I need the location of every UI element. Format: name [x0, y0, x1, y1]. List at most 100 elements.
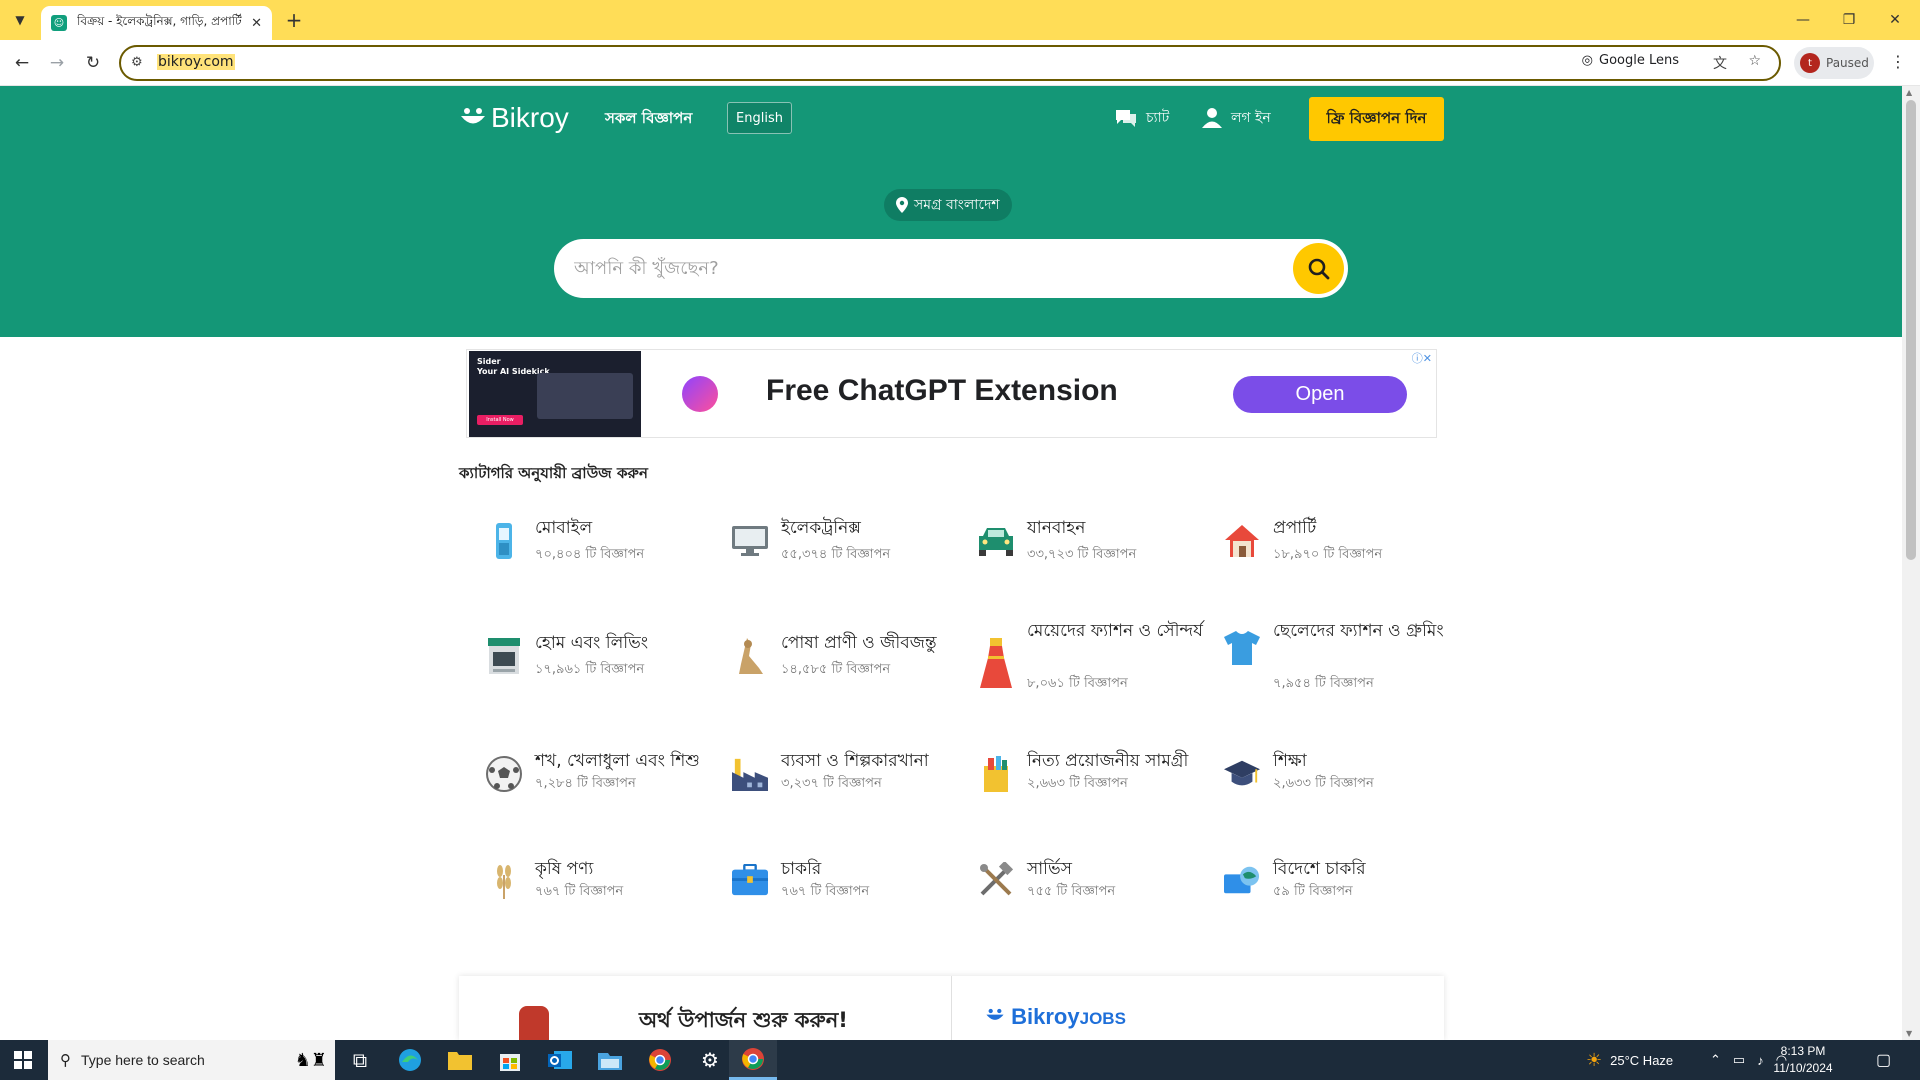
- close-window-icon[interactable]: ✕: [1872, 0, 1918, 40]
- settings-gear-icon[interactable]: ⚙: [686, 1040, 734, 1080]
- category-womens-fashion[interactable]: মেয়েদের ফ্যাশন ও সৌন্দর্য ৮,০৬১ টি বিজ্…: [951, 618, 1203, 691]
- category-mobile[interactable]: মোবাইল ৭০,৪০৪ টি বিজ্ঞাপন: [459, 515, 679, 585]
- bikroy-jobs-logo[interactable]: BikroyJOBS: [985, 1004, 1126, 1030]
- browser-tab-active[interactable]: ☺ বিক্রয় - ইলেকট্রনিক্স, গাড়ি, প্রপার্…: [41, 6, 272, 40]
- reload-icon[interactable]: ↻: [80, 50, 106, 76]
- category-name: ব্যবসা ও শিল্পকারখানা: [781, 751, 929, 771]
- category-count: ৭০,৪০৪ টি বিজ্ঞাপন: [535, 547, 645, 562]
- category-overseas-jobs[interactable]: বিদেশে চাকরি ৫৯ টি বিজ্ঞাপন: [1197, 856, 1417, 926]
- tshirt-icon: [1224, 630, 1260, 666]
- google-lens-button[interactable]: ◎ Google Lens: [1582, 53, 1679, 68]
- page-scrollbar[interactable]: ▲ ▼: [1902, 86, 1920, 1040]
- taskbar-search-placeholder: Type here to search: [81, 1052, 205, 1068]
- chrome-active-window-icon[interactable]: [729, 1040, 777, 1080]
- taskbar-clock[interactable]: 8:13 PM 11/10/2024: [1770, 1043, 1836, 1077]
- category-vehicles[interactable]: যানবাহন ৩৩,৭২৩ টি বিজ্ঞাপন: [951, 515, 1171, 585]
- search-icon: [1308, 258, 1329, 279]
- new-tab-plus-icon[interactable]: +: [282, 8, 306, 32]
- file-manager-icon[interactable]: [586, 1040, 634, 1080]
- category-name: চাকরি: [781, 859, 822, 879]
- chat-label: চ্যাট: [1146, 110, 1170, 126]
- outlook-icon[interactable]: [536, 1040, 584, 1080]
- category-count: ১৮,৯৭০ টি বিজ্ঞাপন: [1273, 547, 1383, 562]
- category-jobs[interactable]: চাকরি ৭৬৭ টি বিজ্ঞাপন: [705, 856, 925, 926]
- scroll-thumb[interactable]: [1906, 100, 1916, 560]
- football-icon: [486, 756, 522, 792]
- file-explorer-icon[interactable]: [436, 1040, 484, 1080]
- globe-briefcase-icon: [1224, 862, 1260, 898]
- address-bar[interactable]: ⚙ bikroy.com ◎ Google Lens 文 ☆: [119, 45, 1781, 81]
- bikroy-logo[interactable]: Bikroy: [459, 102, 569, 134]
- category-business-industry[interactable]: ব্যবসা ও শিল্পকারখানা ৩,২৩৭ টি বিজ্ঞাপন: [705, 748, 929, 818]
- login-link[interactable]: লগ ইন: [1201, 106, 1271, 130]
- category-agriculture[interactable]: কৃষি পণ্য ৭৬৭ টি বিজ্ঞাপন: [459, 856, 679, 926]
- category-name: পোষা প্রাণী ও জীবজন্তু: [781, 633, 937, 653]
- url-text[interactable]: bikroy.com: [157, 54, 235, 70]
- chat-link[interactable]: চ্যাট: [1114, 106, 1169, 130]
- search-input[interactable]: [574, 253, 1254, 283]
- category-count: ১৪,৫৮৫ টি বিজ্ঞাপন: [781, 662, 891, 677]
- category-essentials[interactable]: নিত্য প্রয়োজনীয় সামগ্রী ২,৬৬৩ টি বিজ্ঞ…: [951, 748, 1188, 818]
- location-selector[interactable]: সমগ্র বাংলাদেশ: [884, 189, 1012, 221]
- language-toggle-button[interactable]: English: [727, 102, 792, 134]
- category-education[interactable]: শিক্ষা ২,৬৩৩ টি বিজ্ঞাপন: [1197, 748, 1417, 818]
- category-hobbies-sports-kids[interactable]: শখ, খেলাধুলা এবং শিশু ৭,২৮৪ টি বিজ্ঞাপন: [459, 748, 700, 818]
- scroll-up-arrow-icon[interactable]: ▲: [1906, 88, 1912, 97]
- category-count: ২,৬৬৩ টি বিজ্ঞাপন: [1027, 776, 1128, 791]
- taskbar-search-box[interactable]: ⚲ Type here to search ♞♜: [48, 1040, 335, 1080]
- show-hidden-icons-chevron-icon[interactable]: ⌃: [1710, 1052, 1721, 1068]
- location-pin-icon: [896, 197, 908, 213]
- windows-start-icon[interactable]: [0, 1040, 46, 1080]
- site-info-icon[interactable]: ⚙: [131, 55, 143, 70]
- ad-thumbnail: Sider Your AI Sidekick Install Now: [469, 351, 641, 437]
- jobs-logo-main: Bikroy: [1011, 1004, 1080, 1029]
- post-free-ad-button[interactable]: ফ্রি বিজ্ঞাপন দিন: [1309, 97, 1444, 141]
- category-count: ৫৯ টি বিজ্ঞাপন: [1273, 884, 1353, 899]
- forward-arrow-icon[interactable]: →: [44, 50, 70, 76]
- translate-icon[interactable]: 文: [1713, 53, 1727, 73]
- category-count: ৫৫,৩৭৪ টি বিজ্ঞাপন: [781, 547, 891, 562]
- category-pets[interactable]: পোষা প্রাণী ও জীবজন্তু ১৪,৫৮৫ টি বিজ্ঞাপ…: [705, 618, 937, 688]
- category-electronics[interactable]: ইলেকট্রনিক্স ৫৫,৩৭৪ টি বিজ্ঞাপন: [705, 515, 925, 585]
- weather-widget[interactable]: ☀ 25°C Haze: [1586, 1040, 1673, 1080]
- bikroy-favicon-icon: ☺: [51, 15, 67, 31]
- category-property[interactable]: প্রপার্টি ১৮,৯৭০ টি বিজ্ঞাপন: [1197, 515, 1417, 585]
- restore-window-icon[interactable]: ❐: [1826, 0, 1872, 40]
- ad-choices-close-icon[interactable]: ⓘ✕: [1412, 350, 1432, 366]
- profile-button[interactable]: t Paused: [1794, 47, 1874, 79]
- tab-search-chevron-icon[interactable]: ▼: [8, 8, 32, 32]
- jobs-logo-suffix: JOBS: [1079, 1009, 1126, 1028]
- microsoft-store-icon[interactable]: [486, 1040, 534, 1080]
- category-count: ৮,০৬১ টি বিজ্ঞাপন: [1027, 676, 1128, 691]
- chrome-icon[interactable]: [636, 1040, 684, 1080]
- back-arrow-icon[interactable]: ←: [9, 50, 35, 76]
- browser-menu-icon[interactable]: ⋮: [1890, 52, 1906, 71]
- all-ads-link[interactable]: সকল বিজ্ঞাপন: [605, 107, 692, 132]
- tab-close-icon[interactable]: ✕: [251, 16, 262, 31]
- windows-taskbar: ⚲ Type here to search ♞♜ ⧉ ⚙ ☀ 25°C Haze…: [0, 1040, 1920, 1080]
- grocery-bag-icon: [978, 756, 1014, 792]
- ad-open-button[interactable]: Open: [1233, 376, 1407, 413]
- category-services[interactable]: সার্ভিস ৭৫৫ টি বিজ্ঞাপন: [951, 856, 1171, 926]
- logo-smile-icon: [461, 108, 485, 124]
- weather-haze-icon: ☀: [1586, 1049, 1603, 1070]
- network-icon[interactable]: ▭: [1733, 1052, 1745, 1068]
- category-name: মেয়েদের ফ্যাশন ও সৌন্দর্য: [1027, 621, 1203, 641]
- lens-icon: ◎: [1581, 53, 1593, 68]
- car-icon: [978, 523, 1014, 559]
- category-name: কৃষি পণ্য: [535, 859, 594, 879]
- notification-center-icon[interactable]: ▢: [1876, 1040, 1891, 1080]
- minimize-window-icon[interactable]: —: [1780, 0, 1826, 40]
- edge-browser-icon[interactable]: [386, 1040, 434, 1080]
- category-mens-fashion[interactable]: ছেলেদের ফ্যাশন ও গ্রুমিং ৭,৯৫৪ টি বিজ্ঞা…: [1197, 618, 1444, 691]
- scroll-down-arrow-icon[interactable]: ▼: [1906, 1029, 1912, 1038]
- clock-time: 8:13 PM: [1780, 1044, 1826, 1058]
- tools-icon: [978, 862, 1014, 898]
- volume-icon[interactable]: ♪: [1757, 1053, 1764, 1068]
- bookmark-star-icon[interactable]: ☆: [1748, 53, 1761, 69]
- task-view-icon[interactable]: ⧉: [336, 1040, 384, 1080]
- category-name: শখ, খেলাধুলা এবং শিশু: [535, 751, 700, 771]
- ad-banner[interactable]: Sider Your AI Sidekick Install Now Free …: [466, 349, 1437, 438]
- search-button[interactable]: [1293, 243, 1344, 294]
- category-home-living[interactable]: হোম এবং লিভিং ১৭,৯৬১ টি বিজ্ঞাপন: [459, 618, 679, 688]
